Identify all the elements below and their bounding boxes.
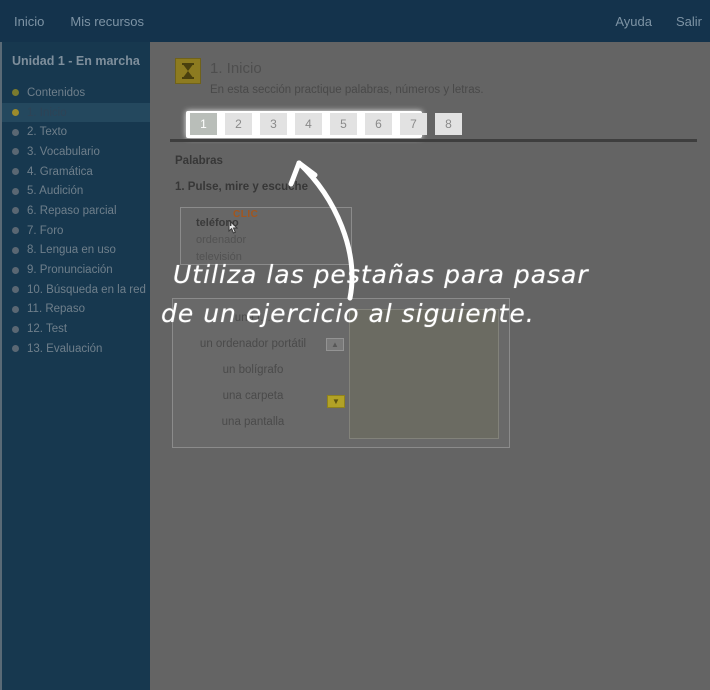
sidebar-item-foro[interactable]: 7. Foro [2,221,150,241]
nav-mis-recursos[interactable]: Mis recursos [70,14,144,29]
tab-7[interactable]: 7 [400,113,427,135]
app-window: Inicio Mis recursos Ayuda Salir Unidad 1… [0,0,710,690]
sidebar-item-label: 3. Vocabulario [27,146,100,158]
tab-1[interactable]: 1 [190,113,217,135]
bullet-icon [12,286,19,293]
bullet-icon [12,267,19,274]
tab-6[interactable]: 6 [365,113,392,135]
bullet-icon [12,306,19,313]
bullet-icon [12,345,19,352]
panel-word[interactable]: una carpeta [173,390,333,402]
sidebar-item-busqueda-en-la-red[interactable]: 10. Búsqueda en la red [2,280,150,300]
sidebar-item-contenidos[interactable]: Contenidos [2,83,150,103]
nav-salir[interactable]: Salir [676,14,702,29]
sidebar-item-vocabulario[interactable]: 3. Vocabulario [2,142,150,162]
sidebar-item-label: 7. Foro [27,225,63,237]
sidebar-item-label: 1. Inicio [27,107,67,119]
panel-word[interactable]: un bolígrafo [173,364,333,376]
tab-3[interactable]: 3 [260,113,287,135]
sidebar-item-texto[interactable]: 2. Texto [2,122,150,142]
sidebar: Unidad 1 - En marcha Contenidos 1. Inici… [0,42,150,690]
bullet-icon [12,89,19,96]
sidebar-item-label: 8. Lengua en uso [27,244,116,256]
sidebar-item-lengua-en-uso[interactable]: 8. Lengua en uso [2,241,150,261]
sidebar-item-repaso-parcial[interactable]: 6. Repaso parcial [2,201,150,221]
page-subtitle: En esta sección practique palabras, núme… [210,84,484,96]
sidebar-item-label: 2. Texto [27,126,67,138]
sidebar-item-label: Contenidos [27,87,85,99]
tab-8[interactable]: 8 [435,113,462,135]
card-word[interactable]: ordenador [196,234,246,246]
panel-word[interactable]: una pantalla [173,416,333,428]
nav-inicio[interactable]: Inicio [14,14,44,29]
tabs-divider [170,139,697,142]
tab-5[interactable]: 5 [330,113,357,135]
sidebar-item-repaso[interactable]: 11. Repaso [2,300,150,320]
section-heading: Palabras [175,155,223,167]
navbar-left-group: Inicio Mis recursos [0,14,144,29]
exercise-tabs: 1 2 3 4 5 6 7 8 [190,113,462,135]
bullet-icon [12,148,19,155]
answer-dropzone[interactable] [349,309,499,439]
page-title: 1. Inicio [210,60,262,77]
sidebar-item-label: 6. Repaso parcial [27,205,117,217]
sidebar-item-evaluacion[interactable]: 13. Evaluación [2,339,150,359]
sidebar-item-label: 13. Evaluación [27,343,102,355]
sidebar-item-audicion[interactable]: 5. Audición [2,181,150,201]
sidebar-item-label: 4. Gramática [27,166,93,178]
tutorial-text-line1: Utiliza las pestañas para pasar [173,260,589,289]
word-card: CLIC teléfono ordenador televisión [180,207,352,265]
nav-ayuda[interactable]: Ayuda [615,14,652,29]
sidebar-item-pronunciacion[interactable]: 9. Pronunciación [2,260,150,280]
hourglass-icon [175,58,201,84]
move-up-button[interactable]: ▲ [326,338,344,351]
sidebar-item-label: 11. Repaso [27,303,85,315]
sidebar-item-label: 12. Test [27,323,67,335]
bullet-icon [12,207,19,214]
unit-title: Unidad 1 - En marcha [2,42,150,68]
tab-2[interactable]: 2 [225,113,252,135]
move-down-button[interactable]: ▼ [327,395,345,408]
bullet-icon [12,188,19,195]
panel-word[interactable]: un ordenador portátil [173,338,333,350]
card-word[interactable]: teléfono [196,217,239,229]
top-navbar: Inicio Mis recursos Ayuda Salir [0,0,710,42]
tutorial-text-line2: de un ejercicio al siguiente. [161,299,535,328]
sidebar-item-label: 10. Búsqueda en la red [27,284,146,296]
bullet-icon [12,129,19,136]
sidebar-item-label: 5. Audición [27,185,83,197]
bullet-icon [12,168,19,175]
sidebar-menu: Contenidos 1. Inicio 2. Texto 3. Vocabul… [2,83,150,359]
tab-4[interactable]: 4 [295,113,322,135]
exercise-instruction: 1. Pulse, mire y escuche [175,181,308,193]
navbar-right-group: Ayuda Salir [615,14,710,29]
bullet-icon [12,326,19,333]
sidebar-item-test[interactable]: 12. Test [2,319,150,339]
bullet-icon [12,109,19,116]
bullet-icon [12,227,19,234]
sidebar-item-label: 9. Pronunciación [27,264,113,276]
bullet-icon [12,247,19,254]
sidebar-item-gramatica[interactable]: 4. Gramática [2,162,150,182]
sidebar-item-inicio[interactable]: 1. Inicio [2,103,150,123]
